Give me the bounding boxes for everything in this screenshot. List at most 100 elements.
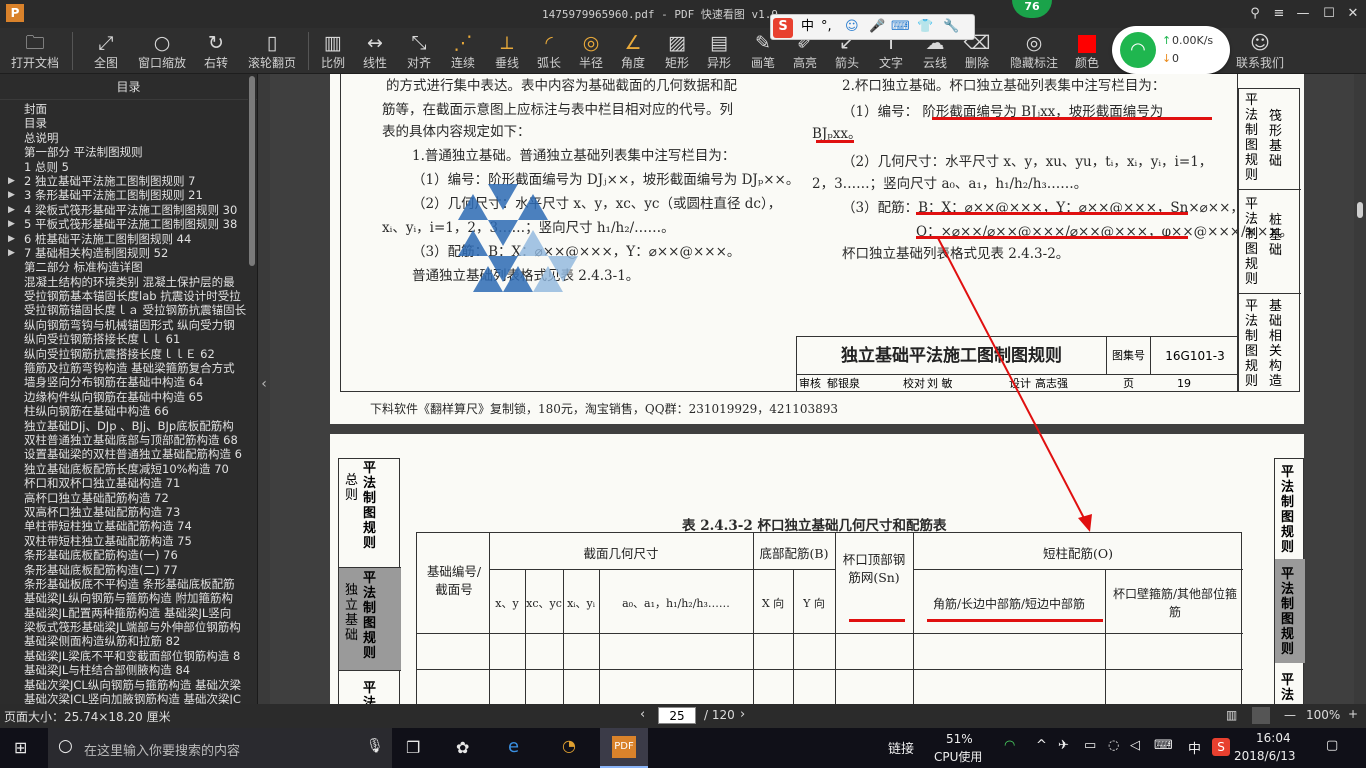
task-view-icon[interactable]: ❐ (406, 738, 420, 757)
toc-item[interactable]: 第二部分 标准构造详图 (0, 260, 248, 274)
expand-arrow-icon[interactable]: ▶ (8, 203, 15, 217)
notification-app-icon[interactable]: ◔ (562, 736, 576, 755)
toc-item[interactable]: 混凝土结构的环境类别 混凝土保护层的最 (0, 275, 248, 289)
toc-item[interactable]: 基础梁JL梁底不平和变截面部位钢筋构造 8 (0, 649, 248, 663)
perpendicular-button[interactable]: ⟂ 垂线 (490, 30, 524, 72)
toc-item[interactable]: 基础次梁JCL纵向钢筋与箍筋构造 基础次梁 (0, 678, 248, 692)
align-button[interactable]: ⤡ 对齐 (402, 30, 436, 72)
toc-item[interactable]: 墙身竖向分布钢筋在基础中构造 64 (0, 375, 248, 389)
toc-item[interactable]: 独立基础DJj、DJp 、BJj、BJp底板配筋构 (0, 419, 248, 433)
action-center-icon[interactable]: ▢ (1326, 738, 1338, 753)
toc-item[interactable]: 双柱带短柱独立基础配筋构造 75 (0, 534, 248, 548)
toc-item[interactable]: 独立基础底板配筋长度减短10%构造 70 (0, 462, 248, 476)
microphone-icon[interactable]: 🎙 (366, 738, 384, 754)
document-scroll-thumb[interactable] (1357, 202, 1363, 218)
arc-length-button[interactable]: ◜ 弧长 (532, 30, 566, 72)
ime-mode-chinese[interactable]: 中 (801, 18, 814, 36)
expand-arrow-icon[interactable]: ▶ (8, 246, 15, 260)
sogou-tray-icon[interactable]: S (1212, 738, 1230, 756)
keyboard-icon[interactable]: ⌨ (891, 18, 910, 36)
emoji-icon[interactable]: ☺ (845, 18, 859, 36)
toc-item[interactable]: ▶ 3 条形基础平法施工图制图规则 21 (0, 188, 248, 202)
document-view[interactable]: 的方式进行集中表达。表中内容为基础截面的几何数据和配 筋等，在截面示意图上应标注… (270, 74, 1354, 704)
sidebar-scrollbar[interactable] (248, 74, 256, 704)
toc-item[interactable]: 梁板式筏形基础梁JL端部与外伸部位钢筋构 (0, 620, 248, 634)
toc-item[interactable]: 目录 (0, 116, 248, 130)
page-number-input[interactable]: 25 (658, 707, 696, 724)
toc-item[interactable]: ▶ 2 独立基础平法施工图制图规则 7 (0, 174, 248, 188)
continuous-button[interactable]: ⋰ 连续 (446, 30, 480, 72)
next-page-icon[interactable]: › (740, 707, 745, 722)
linear-button[interactable]: ↔ 线性 (358, 30, 392, 72)
expand-arrow-icon[interactable]: ▶ (8, 217, 15, 231)
contact-us-button[interactable]: ☺ 联系我们 (1232, 30, 1288, 72)
toc-item[interactable]: 双高杯口独立基础配筋构造 73 (0, 505, 248, 519)
clock-date[interactable]: 2018/6/13 (1234, 749, 1296, 763)
toc-item[interactable]: 柱纵向钢筋在基础中构造 66 (0, 404, 248, 418)
tools-icon[interactable]: 🔧 (943, 18, 959, 36)
toc-item[interactable]: ▶ 5 平板式筏形基础平法施工图制图规则 38 (0, 217, 248, 231)
toc-item[interactable]: 纵向钢筋弯钩与机械锚固形式 纵向受力钢 (0, 318, 248, 332)
toc-item[interactable]: 设置基础梁的双柱普通独立基础配筋构造 6 (0, 447, 248, 461)
wifi-tray-icon[interactable]: ◠ (1004, 738, 1015, 753)
prev-page-icon[interactable]: ‹ (640, 707, 645, 722)
radius-button[interactable]: ◎ 半径 (574, 30, 608, 72)
windows-start-icon[interactable]: ⊞ (14, 738, 27, 757)
pdf-viewer-taskbar-button[interactable]: PDF (600, 728, 648, 768)
toc-item[interactable]: 条形基础板底不平构造 条形基础底板配筋 (0, 577, 248, 591)
close-icon[interactable]: ✕ (1342, 4, 1364, 24)
toc-item[interactable]: 条形基础底板配筋构造(一) 76 (0, 548, 248, 562)
ime-tray-indicator[interactable]: 中 (1188, 738, 1201, 757)
open-document-button[interactable]: 🗀 打开文档 (4, 30, 66, 72)
toc-item[interactable]: 边缘构件纵向钢筋在基础中构造 65 (0, 390, 248, 404)
toc-item[interactable]: 纵向受拉钢筋搭接长度ｌｌ 61 (0, 332, 248, 346)
scale-button[interactable]: ▥ 比例 (316, 30, 350, 72)
hide-annotations-button[interactable]: ◎ 隐藏标注 (1006, 30, 1062, 72)
maximize-icon[interactable]: ☐ (1318, 4, 1340, 24)
toc-item[interactable]: 第一部分 平法制图规则 (0, 145, 248, 159)
toc-item[interactable]: ▶ 4 梁板式筏形基础平法施工图制图规则 30 (0, 203, 248, 217)
zoom-in-icon[interactable]: + (1348, 707, 1358, 721)
network-speed-widget[interactable]: ◠ ↑ 0.00K/s ↓ 0 (1112, 26, 1230, 74)
show-hidden-icons[interactable]: ^ (1036, 738, 1047, 753)
toc-item[interactable]: 基础梁JL配置两种箍筋构造 基础梁JL竖向 (0, 606, 248, 620)
toc-item[interactable]: 基础梁JL纵向钢筋与箍筋构造 附加箍筋构 (0, 591, 248, 605)
toc-item[interactable]: 基础梁侧面构造纵筋和拉筋 82 (0, 634, 248, 648)
toc-item[interactable]: 受拉钢筋锚固长度ｌａ 受拉钢筋抗震锚固长 (0, 303, 248, 317)
toc-item[interactable]: 单柱带短柱独立基础配筋构造 74 (0, 519, 248, 533)
skin-icon[interactable]: 👕 (917, 18, 933, 36)
menu-icon[interactable]: ≡ (1268, 4, 1290, 24)
irregular-shape-button[interactable]: ▤ 异形 (702, 30, 736, 72)
zoom-out-icon[interactable]: — (1284, 708, 1296, 722)
edge-browser-icon[interactable]: e (508, 736, 519, 757)
sidebar-collapse-strip[interactable]: ‹ (258, 74, 270, 704)
toc-item[interactable]: 总说明 (0, 131, 248, 145)
sogou-logo-icon[interactable]: S (773, 18, 793, 38)
volume-icon[interactable]: ◁ (1130, 738, 1140, 753)
toc-item[interactable]: 1 总则 5 (0, 160, 248, 174)
rectangle-button[interactable]: ▨ 矩形 (660, 30, 694, 72)
pinwheel-app-icon[interactable]: ✿ (456, 738, 469, 757)
person-icon[interactable]: ⚲ (1244, 4, 1266, 24)
toc-item[interactable]: 高杯口独立基础配筋构造 72 (0, 491, 248, 505)
toc-item[interactable]: 条形基础底板配筋构造(二) 77 (0, 563, 248, 577)
red-arrow-annotation[interactable] (270, 74, 1354, 704)
toc-item[interactable]: 基础次梁JCL竖向加腋钢筋构造 基础次梁JC (0, 692, 248, 704)
toc-item[interactable]: 基础梁JL与柱结合部侧腋构造 84 (0, 663, 248, 677)
window-zoom-button[interactable]: ○ 窗口缩放 (134, 30, 190, 72)
clock-time[interactable]: 16:04 (1256, 731, 1291, 745)
keyboard-tray-icon[interactable]: ⌨ (1154, 738, 1173, 753)
ime-punctuation[interactable]: °, (821, 18, 832, 36)
link-toolbar-label[interactable]: 链接 (888, 738, 914, 757)
microphone-icon[interactable]: 🎤 (869, 18, 885, 36)
continuous-view-icon[interactable] (1252, 707, 1270, 724)
toc-item[interactable]: 受拉钢筋基本锚固长度lab 抗震设计时受拉 (0, 289, 248, 303)
expand-arrow-icon[interactable]: ▶ (8, 232, 15, 246)
single-page-view-icon[interactable]: ▥ (1226, 708, 1237, 722)
network-tray-icon[interactable]: ◌ (1108, 738, 1119, 753)
document-scrollbar[interactable] (1354, 74, 1366, 704)
toc-item[interactable]: 双柱普通独立基础底部与顶部配筋构造 68 (0, 433, 248, 447)
rotate-right-button[interactable]: ↻ 右转 (196, 30, 236, 72)
toc-item[interactable]: 纵向受拉钢筋抗震搭接长度ｌｌＥ 62 (0, 347, 248, 361)
toc-item[interactable]: ▶ 7 基础相关构造制图规则 52 (0, 246, 248, 260)
